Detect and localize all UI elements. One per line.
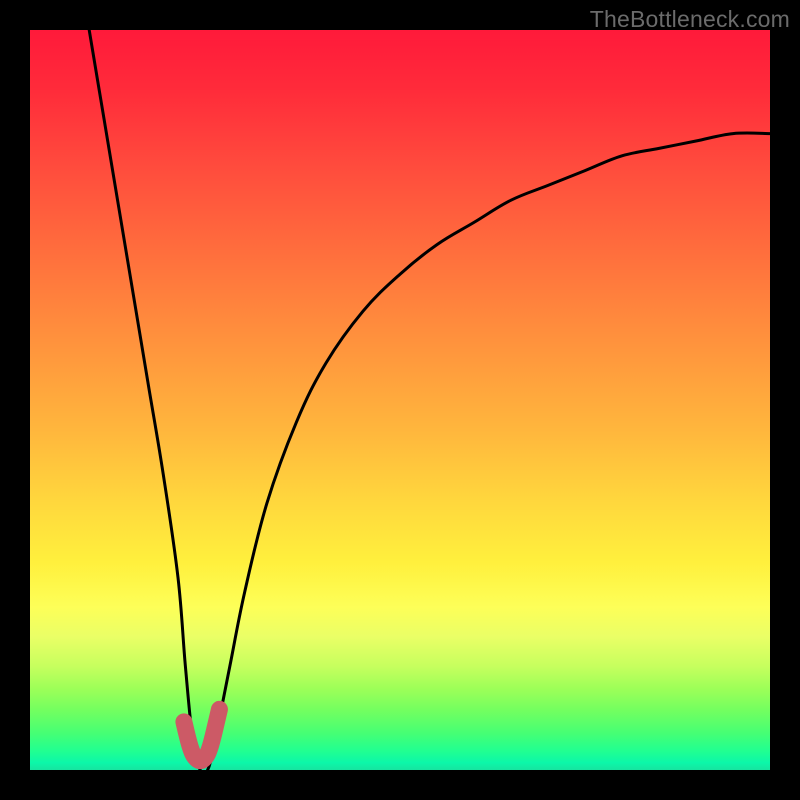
bottleneck-curve xyxy=(89,30,770,770)
optimal-marker xyxy=(184,709,220,760)
plot-area xyxy=(30,30,770,770)
chart-svg xyxy=(30,30,770,770)
watermark-text: TheBottleneck.com xyxy=(590,6,790,33)
chart-frame: TheBottleneck.com xyxy=(0,0,800,800)
